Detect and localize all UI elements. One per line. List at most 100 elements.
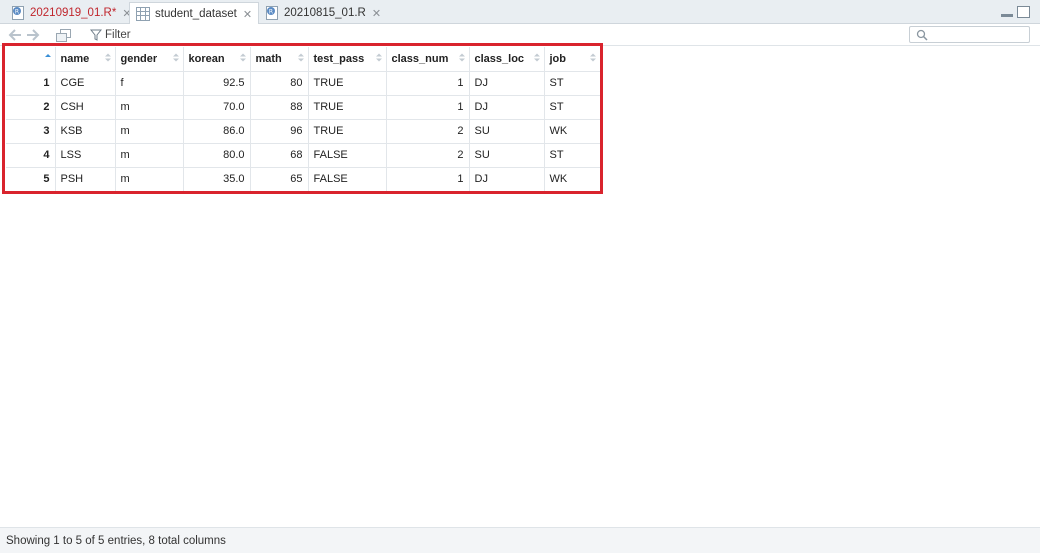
cell-name: KSB xyxy=(55,119,116,144)
cell-korean: 92.5 xyxy=(183,71,251,96)
cell-korean: 35.0 xyxy=(183,167,251,192)
cell-job: WK xyxy=(544,167,601,192)
cell-class-loc: SU xyxy=(469,119,545,144)
cell-math: 80 xyxy=(250,71,309,96)
cell-name: LSS xyxy=(55,143,116,168)
tab-label: student_dataset xyxy=(155,8,237,20)
tab-20210919-script[interactable]: R 20210919_01.R* ✕ xyxy=(6,2,138,24)
header-row: name gender korean math test_pass class_… xyxy=(6,47,601,72)
cell-gender: m xyxy=(115,95,184,120)
arrow-right-icon xyxy=(27,29,40,41)
search-icon xyxy=(916,29,928,41)
cell-math: 96 xyxy=(250,119,309,144)
column-header-name[interactable]: name xyxy=(55,47,116,72)
table-row: 2 CSH m 70.0 88 TRUE 1 DJ ST xyxy=(6,95,601,120)
sort-icon xyxy=(458,53,465,62)
sort-icon xyxy=(589,53,596,62)
cell-class-num: 1 xyxy=(386,71,470,96)
cell-name: CGE xyxy=(55,71,116,96)
editor-tab-bar: R 20210919_01.R* ✕ student_dataset ✕ R 2… xyxy=(0,0,1040,25)
table-row: 5 PSH m 35.0 65 FALSE 1 DJ WK xyxy=(6,167,601,192)
cell-class-num: 1 xyxy=(386,95,470,120)
cell-gender: m xyxy=(115,119,184,144)
sort-icon xyxy=(297,53,304,62)
tab-20210815-script[interactable]: R 20210815_01.R ✕ xyxy=(260,2,387,24)
table-row: 3 KSB m 86.0 96 TRUE 2 SU WK xyxy=(6,119,601,144)
cell-korean: 86.0 xyxy=(183,119,251,144)
svg-text:R: R xyxy=(269,9,273,16)
sort-icon xyxy=(533,53,540,62)
table-row: 1 CGE f 92.5 80 TRUE 1 DJ ST xyxy=(6,71,601,96)
cell-math: 65 xyxy=(250,167,309,192)
sort-icon xyxy=(104,53,111,62)
student-dataset-table: name gender korean math test_pass class_… xyxy=(6,47,601,192)
cell-class-num: 1 xyxy=(386,167,470,192)
row-number: 5 xyxy=(6,167,56,192)
column-header-test-pass[interactable]: test_pass xyxy=(308,47,387,72)
column-header-job[interactable]: job xyxy=(544,47,601,72)
data-viewer-toolbar: Filter xyxy=(0,24,1040,46)
cell-math: 88 xyxy=(250,95,309,120)
back-button[interactable] xyxy=(8,27,22,43)
sort-icon xyxy=(172,53,179,62)
cell-job: ST xyxy=(544,95,601,120)
data-grid: name gender korean math test_pass class_… xyxy=(6,47,601,192)
column-header-class-loc[interactable]: class_loc xyxy=(469,47,545,72)
cell-math: 68 xyxy=(250,143,309,168)
funnel-icon xyxy=(90,29,102,41)
tab-label: 20210815_01.R xyxy=(284,7,366,19)
sort-ascending-icon xyxy=(44,54,51,57)
cell-test-pass: TRUE xyxy=(308,71,387,96)
table-row: 4 LSS m 80.0 68 FALSE 2 SU ST xyxy=(6,143,601,168)
cell-test-pass: TRUE xyxy=(308,119,387,144)
cell-class-loc: DJ xyxy=(469,167,545,192)
row-number: 3 xyxy=(6,119,56,144)
cell-korean: 80.0 xyxy=(183,143,251,168)
column-header-korean[interactable]: korean xyxy=(183,47,251,72)
status-bar: Showing 1 to 5 of 5 entries, 8 total col… xyxy=(0,527,1040,553)
cell-name: PSH xyxy=(55,167,116,192)
row-number: 4 xyxy=(6,143,56,168)
tab-label: 20210919_01.R* xyxy=(30,7,117,19)
entries-status-text: Showing 1 to 5 of 5 entries, 8 total col… xyxy=(6,534,226,547)
row-index-header[interactable] xyxy=(6,47,56,72)
cell-job: ST xyxy=(544,143,601,168)
cell-gender: f xyxy=(115,71,184,96)
cell-class-num: 2 xyxy=(386,143,470,168)
close-icon[interactable]: ✕ xyxy=(243,8,252,21)
tab-student-dataset[interactable]: student_dataset ✕ xyxy=(129,2,260,25)
filter-label: Filter xyxy=(105,29,131,41)
search-input[interactable] xyxy=(909,26,1030,43)
maximize-icon[interactable] xyxy=(1017,6,1030,18)
column-header-gender[interactable]: gender xyxy=(115,47,184,72)
arrow-left-icon xyxy=(8,29,21,41)
column-header-math[interactable]: math xyxy=(250,47,309,72)
popout-button[interactable] xyxy=(56,27,71,43)
minimize-icon[interactable] xyxy=(1001,6,1013,17)
cell-gender: m xyxy=(115,167,184,192)
sort-icon xyxy=(239,53,246,62)
table-icon xyxy=(136,7,150,21)
forward-button[interactable] xyxy=(26,27,40,43)
cell-test-pass: FALSE xyxy=(308,143,387,168)
cell-class-loc: DJ xyxy=(469,95,545,120)
cell-class-num: 2 xyxy=(386,119,470,144)
filter-button[interactable]: Filter xyxy=(90,27,131,43)
sort-icon xyxy=(375,53,382,62)
cell-class-loc: SU xyxy=(469,143,545,168)
cell-name: CSH xyxy=(55,95,116,120)
r-script-icon: R xyxy=(266,6,278,20)
window-controls xyxy=(1001,6,1030,18)
popout-icon xyxy=(56,28,71,42)
r-script-icon: R xyxy=(12,6,24,20)
cell-class-loc: DJ xyxy=(469,71,545,96)
cell-job: WK xyxy=(544,119,601,144)
svg-text:R: R xyxy=(15,9,19,16)
row-number: 2 xyxy=(6,95,56,120)
column-header-class-num[interactable]: class_num xyxy=(386,47,470,72)
cell-gender: m xyxy=(115,143,184,168)
cell-job: ST xyxy=(544,71,601,96)
cell-test-pass: FALSE xyxy=(308,167,387,192)
close-icon[interactable]: ✕ xyxy=(372,7,381,20)
row-number: 1 xyxy=(6,71,56,96)
